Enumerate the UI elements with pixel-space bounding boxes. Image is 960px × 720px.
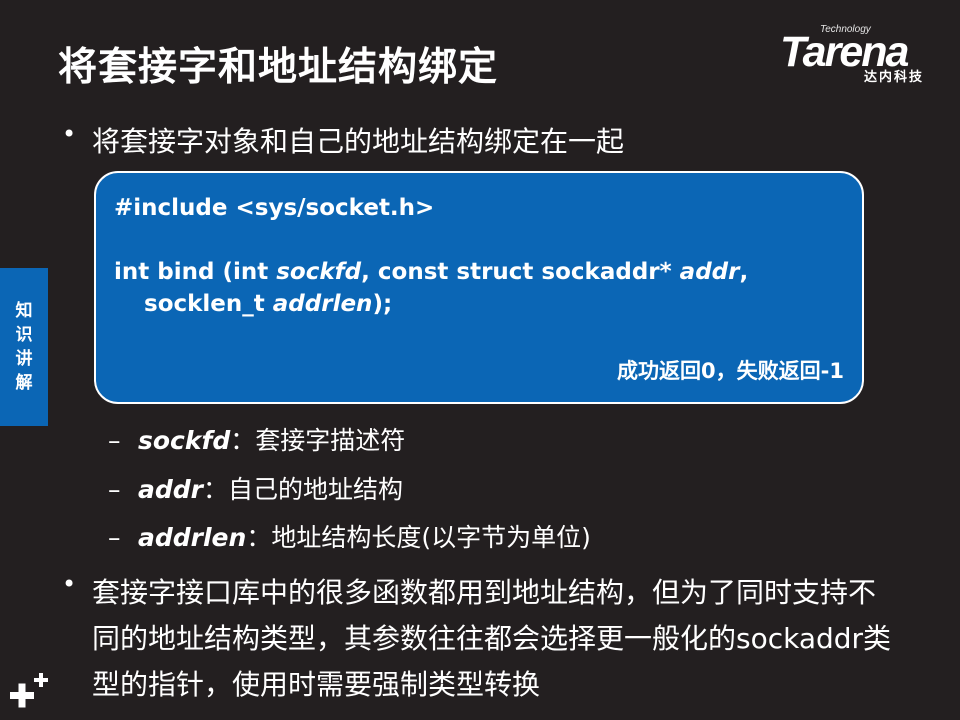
param-desc: ：地址结构长度(以字节为单位): [246, 523, 591, 552]
tarena-logo: Tarena Technology 达内科技: [778, 24, 948, 85]
code-box: #include <sys/socket.h> int bind (int so…: [94, 171, 864, 404]
bullet-text: 将套接字对象和自己的地址结构绑定在一起: [92, 125, 625, 158]
bullet-dot: •: [62, 120, 77, 148]
code-text: ,: [739, 259, 749, 285]
bullet-dot: •: [62, 570, 77, 598]
return-value-note: 成功返回0，失败返回-1: [617, 359, 844, 383]
param-item-addrlen: – addrlen：地址结构长度(以字节为单位): [108, 518, 591, 554]
param-item-sockfd: – sockfd：套接字描述符: [108, 421, 405, 457]
code-param-addrlen: addrlen: [272, 291, 373, 317]
dash: –: [108, 475, 121, 504]
code-include-line: #include <sys/socket.h>: [114, 195, 435, 221]
param-term: sockfd: [138, 426, 231, 455]
param-item-addr: – addr：自己的地址结构: [108, 470, 403, 506]
side-tab-char: 讲: [15, 349, 33, 369]
plus-icon: [10, 673, 48, 708]
code-text: socklen_t: [144, 291, 273, 317]
param-term: addrlen: [138, 523, 247, 552]
logo-subtitle: 达内科技: [864, 70, 925, 85]
dash: –: [108, 523, 121, 552]
code-text: );: [372, 291, 393, 317]
dash: –: [108, 426, 121, 455]
param-term: addr: [138, 475, 203, 504]
side-tab-char: 识: [15, 325, 33, 345]
knowledge-explanation-tab: 知 识 讲 解: [0, 268, 48, 426]
param-desc: ：自己的地址结构: [203, 475, 404, 504]
code-signature-line: int bind (int sockfd, const struct socka…: [114, 259, 748, 285]
bullet-text: 套接字接口库中的很多函数都用到地址结构，但为了同时支持不同的地址结构类型，其参数…: [92, 576, 892, 701]
logo-technology: Technology: [820, 24, 871, 35]
side-tab-char: 知: [15, 301, 33, 321]
code-signature-continuation: socklen_t addrlen);: [144, 291, 392, 317]
code-text: int bind (int: [114, 259, 277, 285]
page-title: 将套接字和地址结构绑定: [58, 45, 499, 90]
code-param-addr: addr: [679, 259, 740, 285]
code-param-sockfd: sockfd: [276, 259, 362, 285]
param-desc: ：套接字描述符: [230, 426, 406, 455]
code-text: , const struct sockaddr*: [361, 259, 680, 285]
side-tab-char: 解: [15, 373, 33, 393]
